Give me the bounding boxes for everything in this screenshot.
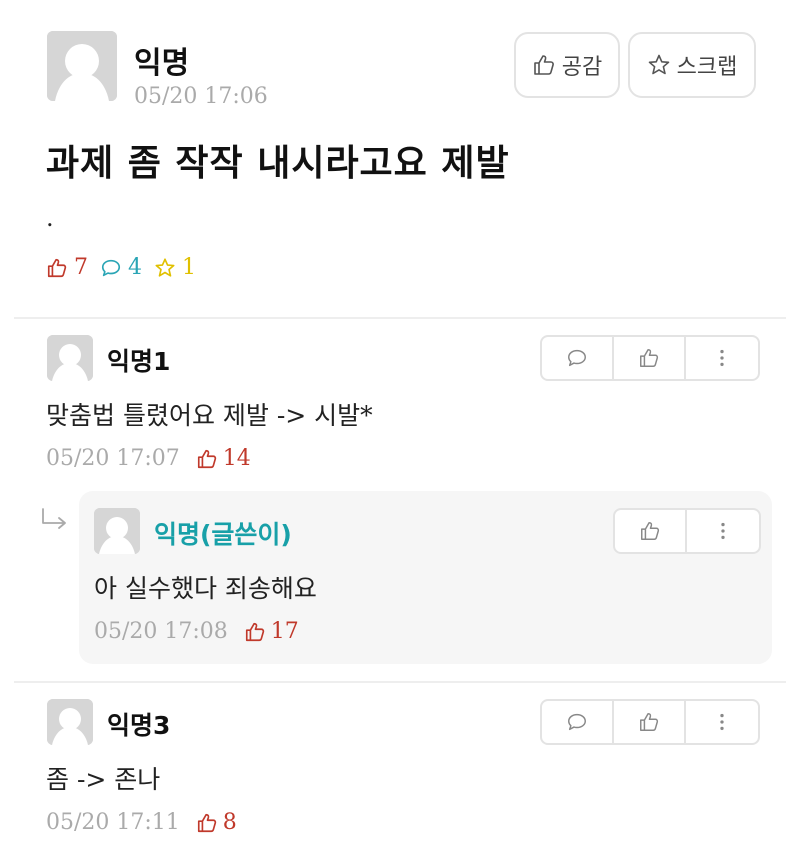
divider bbox=[14, 317, 786, 319]
more-button[interactable] bbox=[687, 510, 759, 552]
divider bbox=[14, 681, 786, 683]
avatar-icon bbox=[47, 31, 117, 101]
comment-timestamp: 05/20 17:11 bbox=[46, 810, 180, 835]
comment-icon bbox=[568, 349, 586, 367]
more-icon bbox=[720, 349, 724, 367]
thumbs-up-icon bbox=[197, 813, 216, 832]
reply-button[interactable] bbox=[542, 701, 614, 743]
post-author: 익명 bbox=[134, 46, 190, 81]
reply-timestamp: 05/20 17:08 bbox=[94, 619, 228, 644]
post-title: 과제 좀 작작 내시라고요 제발 bbox=[46, 143, 510, 184]
post-author-avatar bbox=[47, 31, 117, 101]
comment-like-count: 8 bbox=[196, 810, 237, 835]
post-comment-count: 4 bbox=[100, 255, 142, 280]
reply-actions bbox=[613, 508, 761, 554]
avatar-icon bbox=[47, 335, 93, 381]
comment-author: 익명3 bbox=[107, 711, 171, 740]
avatar-icon bbox=[47, 699, 93, 745]
comment-meta: 05/20 17:07 14 bbox=[46, 446, 251, 471]
more-icon bbox=[720, 713, 724, 731]
thumbs-up-icon bbox=[245, 622, 264, 641]
reply-arrow-icon bbox=[42, 508, 66, 529]
comment-author-avatar bbox=[47, 699, 93, 745]
comment-meta: 05/20 17:11 8 bbox=[46, 810, 237, 835]
more-button[interactable] bbox=[686, 337, 758, 379]
reply-like-count: 17 bbox=[244, 619, 299, 644]
comment-like-button[interactable] bbox=[614, 337, 686, 379]
reply-button[interactable] bbox=[542, 337, 614, 379]
more-button[interactable] bbox=[686, 701, 758, 743]
comment-author: 익명1 bbox=[107, 347, 171, 376]
thumbs-up-icon bbox=[641, 522, 660, 540]
reply-author-avatar bbox=[94, 508, 140, 554]
reply-author: 익명(글쓴이) bbox=[154, 520, 292, 549]
comment-icon bbox=[568, 713, 586, 731]
reply-meta: 05/20 17:08 17 bbox=[94, 619, 299, 644]
star-icon bbox=[648, 54, 669, 75]
post-body: . bbox=[46, 204, 54, 232]
comment-like-count: 14 bbox=[196, 446, 251, 471]
star-icon bbox=[155, 257, 175, 277]
comment-actions bbox=[540, 699, 760, 745]
comment-timestamp: 05/20 17:07 bbox=[46, 446, 180, 471]
post-stats: 7 4 1 bbox=[46, 255, 208, 280]
scrap-button[interactable]: 스크랩 bbox=[628, 32, 756, 98]
thumbs-up-icon bbox=[47, 258, 67, 277]
thumbs-up-icon bbox=[533, 55, 554, 75]
comment-icon bbox=[101, 259, 121, 276]
post-timestamp: 05/20 17:06 bbox=[134, 84, 268, 109]
thumbs-up-icon bbox=[640, 349, 659, 367]
comment-text: 맞춤법 틀렸어요 제발 -> 시발* bbox=[46, 401, 373, 430]
post-scrap-count: 1 bbox=[154, 255, 196, 280]
thumbs-up-icon bbox=[197, 449, 216, 468]
comment-author-avatar bbox=[47, 335, 93, 381]
comment-actions bbox=[540, 335, 760, 381]
reply-text: 아 실수했다 죄송해요 bbox=[94, 574, 317, 603]
like-button-label: 공감 bbox=[561, 55, 603, 80]
more-icon bbox=[721, 522, 725, 540]
like-button[interactable]: 공감 bbox=[514, 32, 620, 98]
comment-text: 좀 -> 존나 bbox=[46, 765, 161, 794]
avatar-icon bbox=[94, 508, 140, 554]
comment-like-button[interactable] bbox=[614, 701, 686, 743]
scrap-button-label: 스크랩 bbox=[676, 55, 738, 80]
thumbs-up-icon bbox=[640, 713, 659, 731]
reply-like-button[interactable] bbox=[615, 510, 687, 552]
post-like-count: 7 bbox=[46, 255, 88, 280]
